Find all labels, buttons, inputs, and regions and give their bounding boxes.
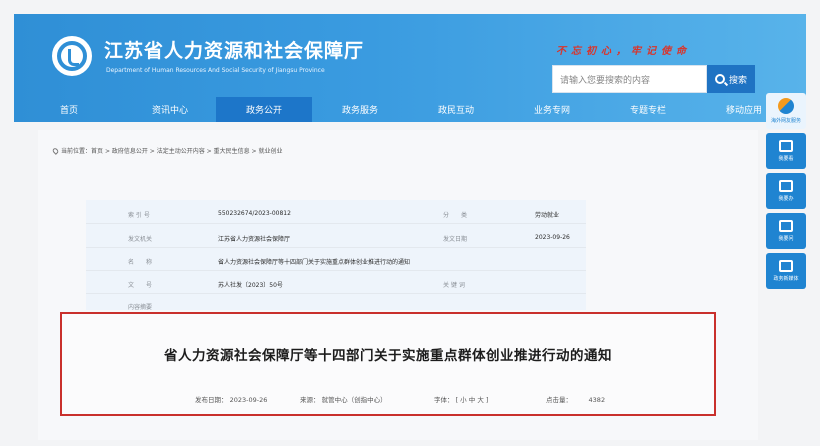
site-title[interactable]: 江苏省人力资源和社会保障厅: [104, 36, 364, 63]
summary-label: 内容摘要: [128, 304, 153, 311]
right-sidebar: 海外网友服务 我要看 我要办 我要问 政务新媒体: [766, 93, 808, 293]
docno-label: 文 号: [128, 282, 153, 289]
name-value: 省人力资源社会保障厅等十四部门关于实施重点群体创业推进行动的通知: [218, 259, 411, 266]
search-input[interactable]: 请输入您要搜索的内容: [552, 65, 707, 93]
slogan: 不忘初心，牢记使命: [556, 46, 691, 57]
publish-date: 发布日期： 2023-09-26: [195, 394, 267, 404]
font-options[interactable]: [ 小 中 大 ]: [456, 396, 489, 404]
divider: [86, 247, 586, 248]
breadcrumb-item[interactable]: 法定主动公开内容: [157, 148, 205, 155]
keyword-label: 关 键 词: [443, 282, 465, 289]
nav-business[interactable]: 业务专网: [504, 97, 600, 122]
breadcrumb-item[interactable]: 就业创业: [258, 148, 282, 155]
nav-news[interactable]: 资讯中心: [124, 97, 216, 122]
search-icon: [714, 74, 725, 84]
document-title-box: 省人力资源社会保障厅等十四部门关于实施重点群体创业推进行动的通知 发布日期： 2…: [60, 312, 716, 416]
sidebar-item-ask[interactable]: 我要问: [766, 213, 806, 249]
site-subtitle: Department of Human Resources And Social…: [106, 67, 325, 74]
source: 来源： 就管中心（创指中心）: [300, 394, 387, 404]
font-size-selector[interactable]: 字体： [ 小 中 大 ]: [434, 394, 488, 404]
search-button-label: 搜索: [728, 75, 747, 86]
breadcrumb-separator: >: [204, 148, 214, 155]
nav-gov-open[interactable]: 政务公开: [216, 97, 312, 122]
sidebar-item-label: 政务新媒体: [773, 276, 799, 282]
breadcrumb: 当前位置：首页 > 政府信息公开 > 法定主动公开内容 > 重大民生信息 > 就…: [51, 146, 282, 155]
issuer-value: 江苏省人力资源社会保障厅: [218, 236, 291, 243]
breadcrumb-item[interactable]: 政府信息公开: [112, 148, 148, 155]
divider: [86, 270, 586, 271]
page: 江苏省人力资源和社会保障厅 Department of Human Resour…: [0, 0, 820, 446]
question-icon: [779, 220, 793, 232]
sidebar-item-label: 我要看: [778, 156, 794, 162]
breadcrumb-separator: >: [147, 148, 157, 155]
nav-home[interactable]: 首页: [14, 97, 124, 122]
nav-special[interactable]: 专题专栏: [600, 97, 696, 122]
nav-interaction[interactable]: 政民互动: [408, 97, 504, 122]
monitor-icon: [779, 180, 793, 192]
sidebar-item-label: 我要问: [778, 236, 794, 242]
issuer-label: 发文机关: [128, 236, 153, 243]
breadcrumb-item[interactable]: 首页: [91, 148, 103, 155]
sidebar-item-handle[interactable]: 我要办: [766, 173, 806, 209]
index-label: 索 引 号: [128, 212, 150, 219]
document-title: 省人力资源社会保障厅等十四部门关于实施重点群体创业推进行动的通知: [164, 348, 612, 364]
category-label: 分 类: [443, 212, 468, 219]
sidebar-item-label: 我要办: [778, 196, 794, 202]
sidebar-item-label: 海外网友服务: [770, 118, 801, 124]
location-pin-icon: [51, 147, 60, 155]
name-label: 名 称: [128, 259, 153, 266]
sidebar-item-overseas[interactable]: 海外网友服务: [766, 93, 806, 129]
docno-value: 苏人社发〔2023〕50号: [218, 282, 283, 289]
publish-label: 发布日期：: [195, 396, 228, 404]
breadcrumb-item[interactable]: 重大民生信息: [214, 148, 250, 155]
index-value: 550232674/2023-00812: [218, 210, 291, 217]
nav-gov-service[interactable]: 政务服务: [312, 97, 408, 122]
media-icon: [779, 260, 793, 272]
document-icon: [779, 140, 793, 152]
date-label: 发文日期: [443, 236, 468, 243]
globe-icon: [778, 98, 794, 114]
search-button[interactable]: 搜索: [707, 65, 755, 93]
publish-date-value: 2023-09-26: [229, 396, 268, 404]
views-value: 4382: [588, 396, 606, 404]
views-label: 点击量：: [546, 396, 572, 404]
main-nav: 首页 资讯中心 政务公开 政务服务 政民互动 业务专网 专题专栏 移动应用: [14, 97, 806, 122]
breadcrumb-label: 当前位置：: [61, 148, 92, 155]
source-label: 来源：: [300, 396, 320, 404]
category-value: 劳动就业: [535, 212, 560, 219]
sidebar-item-view[interactable]: 我要看: [766, 133, 806, 169]
divider: [86, 293, 586, 294]
source-value: 就管中心（创指中心）: [321, 396, 387, 404]
divider: [86, 223, 586, 224]
breadcrumb-separator: >: [103, 148, 112, 155]
sidebar-item-media[interactable]: 政务新媒体: [766, 253, 806, 289]
view-count: 点击量： 4382: [546, 394, 605, 404]
date-value: 2023-09-26: [535, 234, 570, 241]
font-label: 字体：: [434, 396, 454, 404]
site-logo-icon[interactable]: [52, 36, 92, 76]
